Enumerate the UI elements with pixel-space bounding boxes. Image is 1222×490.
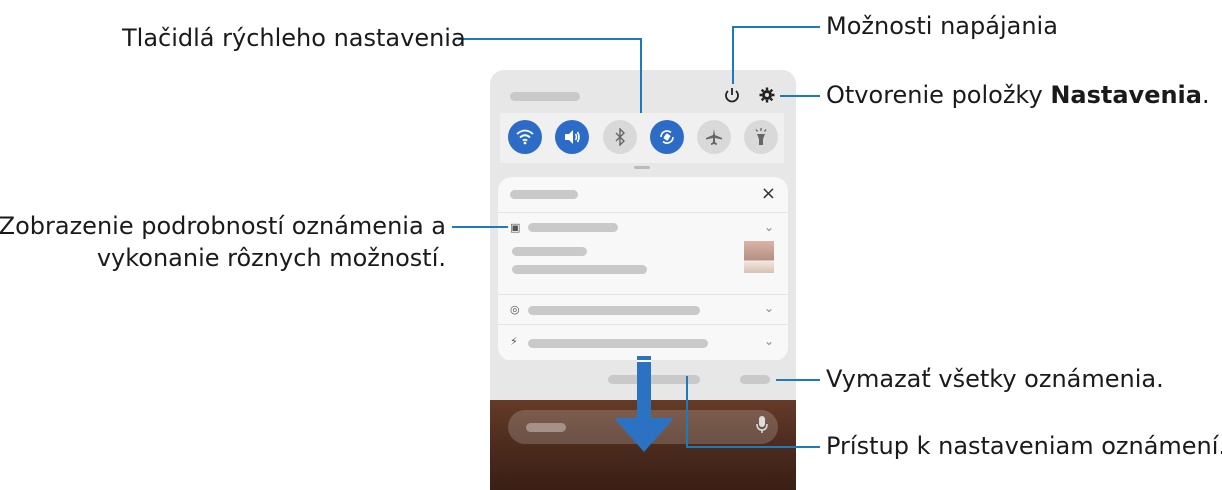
notification-item[interactable]: ▣ ⌄	[498, 212, 788, 295]
flashlight-icon	[755, 128, 767, 145]
callout-open-settings: Otvorenie položky Nastavenia.	[826, 79, 1210, 111]
date-text	[510, 92, 580, 101]
charging-icon: ⚡	[510, 335, 518, 348]
sync-icon: ◎	[510, 303, 520, 316]
microphone-icon[interactable]	[756, 416, 768, 438]
callout-quick-settings: Tlačidlá rýchleho nastavenia	[122, 24, 466, 52]
chevron-down-icon[interactable]: ⌄	[764, 301, 774, 315]
notification-header: ×	[498, 177, 788, 212]
callout-line	[686, 376, 688, 448]
bluetooth-icon	[615, 128, 625, 146]
notification-item[interactable]: ◎ ⌄	[498, 294, 788, 325]
sound-toggle[interactable]	[555, 120, 589, 154]
airplane-mode-icon	[706, 129, 722, 145]
notification-text	[528, 339, 708, 348]
callout-clear-all: Vymazať všetky oznámenia.	[826, 365, 1164, 393]
callout-power-options: Možnosti napájania	[826, 12, 1058, 40]
airplane-mode-toggle[interactable]	[697, 120, 731, 154]
notification-header-text	[510, 190, 578, 199]
callout-line	[780, 95, 820, 97]
quick-settings-bar	[500, 113, 784, 163]
callout-line	[732, 26, 734, 84]
sound-icon	[565, 130, 580, 144]
auto-rotate-toggle[interactable]	[650, 120, 684, 154]
chevron-down-icon[interactable]: ⌄	[764, 220, 774, 234]
callout-notification-details-line2: vykonanie rôznych možností.	[96, 244, 446, 272]
wifi-toggle[interactable]	[508, 120, 542, 154]
bluetooth-toggle[interactable]	[603, 120, 637, 154]
callout-open-settings-bold: Nastavenia	[1050, 81, 1202, 109]
chevron-down-icon[interactable]: ⌄	[764, 334, 774, 348]
callout-open-settings-suffix: .	[1201, 81, 1210, 109]
notification-body	[512, 265, 647, 274]
notification-thumbnail	[744, 241, 774, 273]
notification-title	[512, 247, 587, 256]
notification-text	[528, 306, 700, 315]
power-icon[interactable]	[723, 86, 741, 108]
callout-notification-details: Zobrazenie podrobností oznámenia a vykon…	[0, 210, 446, 274]
notification-app-name	[528, 223, 618, 232]
callout-line	[686, 446, 820, 448]
callout-line	[732, 26, 820, 28]
gear-icon[interactable]	[758, 86, 776, 108]
swipe-down-arrow-icon	[614, 418, 674, 452]
callout-line	[776, 379, 820, 381]
callout-line	[452, 226, 508, 228]
close-icon[interactable]: ×	[761, 183, 776, 204]
wifi-icon	[516, 129, 534, 145]
callout-notification-settings: Prístup k nastaveniam oznámení.	[826, 432, 1222, 460]
callout-line	[458, 38, 642, 40]
flashlight-toggle[interactable]	[744, 120, 778, 154]
drag-handle[interactable]	[634, 166, 650, 169]
clear-all-button[interactable]	[740, 375, 770, 384]
swipe-down-arrow-shaft	[637, 356, 651, 422]
callout-notification-details-line1: Zobrazenie podrobností oznámenia a	[0, 212, 446, 240]
callout-open-settings-prefix: Otvorenie položky	[826, 81, 1051, 109]
search-placeholder	[526, 423, 566, 432]
auto-rotate-icon	[660, 130, 674, 144]
callout-line	[640, 38, 642, 113]
gallery-icon: ▣	[510, 221, 521, 234]
